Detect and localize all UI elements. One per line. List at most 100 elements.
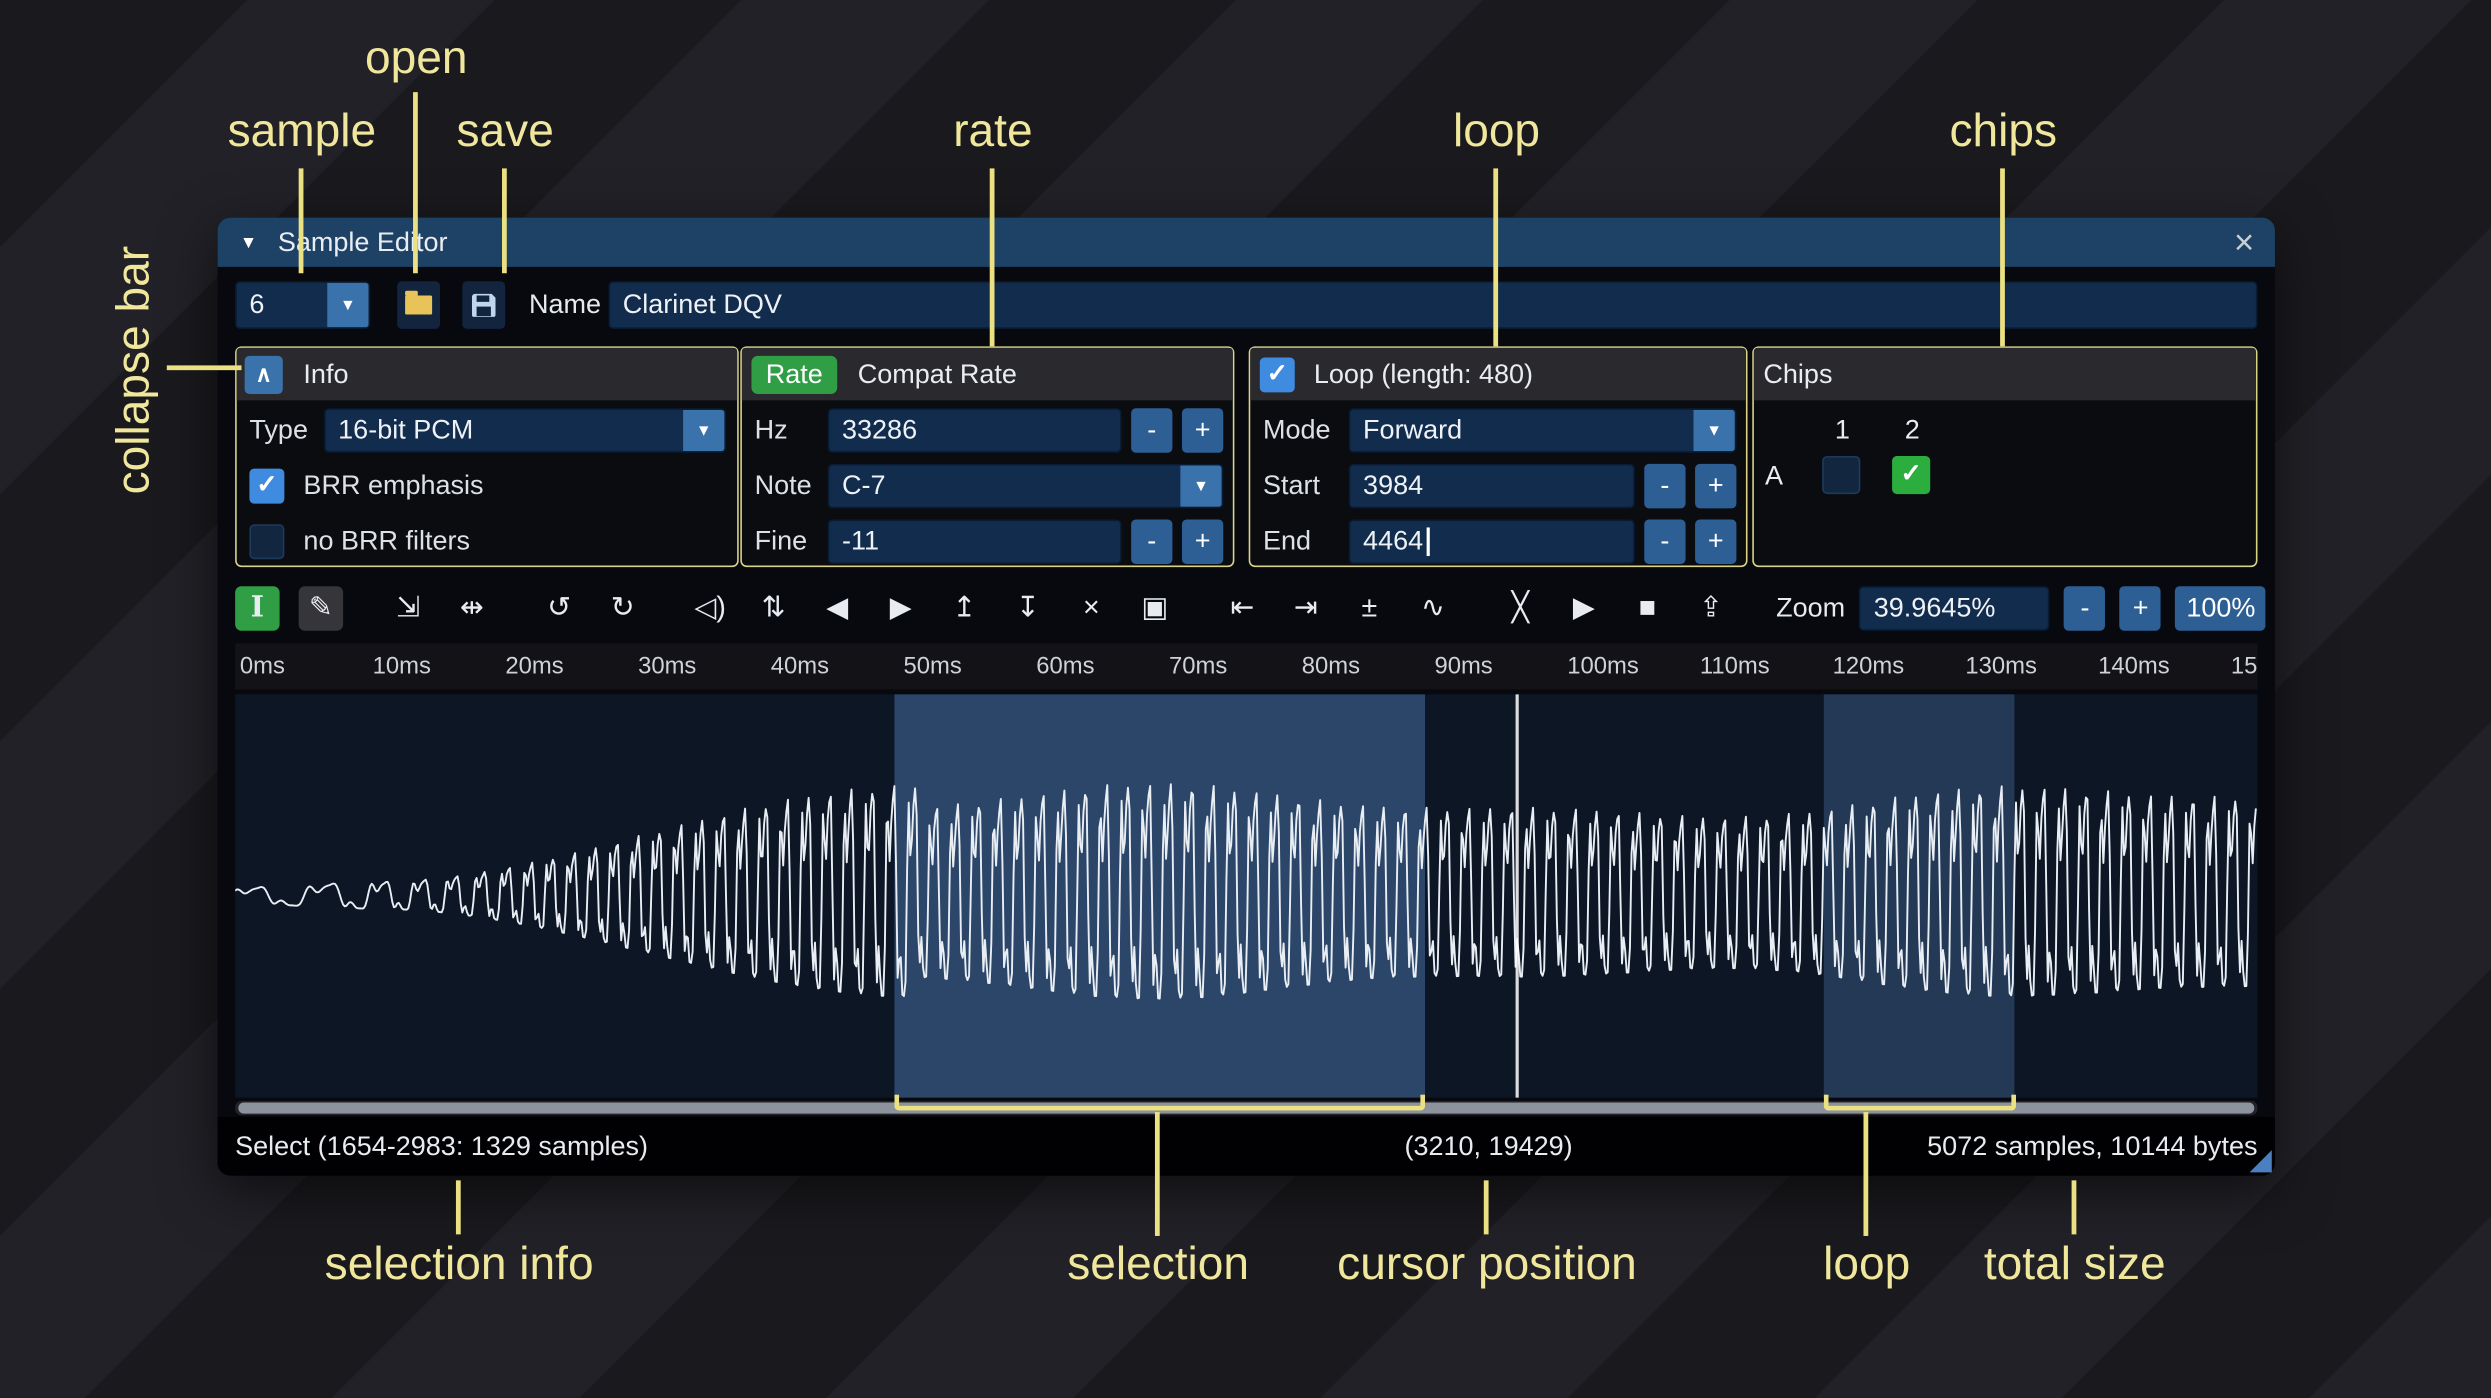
zoom-reset-button[interactable]: 100% bbox=[2175, 585, 2267, 630]
note-select[interactable]: C-7 ▼ bbox=[827, 463, 1224, 509]
note-select-arrow-icon[interactable]: ▼ bbox=[1180, 465, 1222, 507]
fine-decrease-button[interactable]: - bbox=[1131, 519, 1173, 564]
no-brr-filters-checkbox[interactable] bbox=[249, 524, 285, 560]
loop-mode-select[interactable]: Forward ▼ bbox=[1348, 408, 1737, 453]
zoom-out-button[interactable]: - bbox=[2064, 585, 2106, 630]
loop-start-increase-button[interactable]: + bbox=[1695, 463, 1737, 509]
rate-panel-title: Compat Rate bbox=[857, 358, 1017, 389]
undo-icon[interactable]: ↺ bbox=[537, 585, 581, 629]
fade-out-icon[interactable]: ▶ bbox=[879, 585, 923, 629]
loop-end-increase-button[interactable]: + bbox=[1695, 519, 1737, 564]
resize-grip[interactable] bbox=[2249, 1150, 2272, 1173]
draw-tool-icon[interactable]: ✎ bbox=[298, 585, 344, 630]
trim-icon[interactable]: ▣ bbox=[1133, 585, 1177, 629]
screenshot-root: ▼ Sample Editor × 6 ▼ Name Clarinet DQV … bbox=[0, 0, 2491, 1398]
save-button[interactable] bbox=[462, 281, 506, 329]
zoom-controls: Zoom 39.9645% - + 100% bbox=[1776, 585, 2267, 630]
redo-icon[interactable]: ↻ bbox=[601, 585, 645, 629]
select-tool-icon[interactable]: I bbox=[235, 585, 280, 630]
annotation-open: open bbox=[364, 33, 468, 85]
reverse-icon[interactable]: ⇤ bbox=[1220, 585, 1264, 629]
annotation-chips: chips bbox=[1949, 106, 2058, 158]
filter-icon[interactable]: ∿ bbox=[1411, 585, 1455, 629]
sample-toolbar: I ✎ ⇲ ⇹ ↺ ↻ ◁) ⇅ ◀ ▶ ↥ ↧ × ▣ ⇤ ⇥ ± ∿ ╳ ▶ ■ ⇪ Zoom 39.9645% - … bbox=[235, 581, 2267, 633]
brr-emphasis-label: BRR emphasis bbox=[303, 470, 484, 501]
hz-increase-button[interactable]: + bbox=[1181, 408, 1224, 453]
ruler-tick: 130ms bbox=[1965, 652, 2037, 680]
annotation-selection-info: selection info bbox=[324, 1239, 594, 1290]
fine-input[interactable]: -11 bbox=[827, 519, 1122, 564]
titlebar[interactable]: ▼ Sample Editor × bbox=[217, 217, 2275, 267]
sample-editor-window: ▼ Sample Editor × 6 ▼ Name Clarinet DQV … bbox=[217, 217, 2275, 1176]
toolbar-group: I ✎ bbox=[235, 585, 344, 630]
upload-to-chip-icon[interactable]: ⇪ bbox=[1689, 585, 1733, 629]
loop-start-decrease-button[interactable]: - bbox=[1644, 463, 1686, 509]
info-panel: ∧ Info Type 16-bit PCM ▼ ✓ BRR emphasis … bbox=[235, 346, 739, 568]
scrollbar-thumb[interactable] bbox=[238, 1102, 2255, 1114]
collapse-bar-button[interactable]: ∧ bbox=[244, 355, 283, 394]
timeline-ruler[interactable]: 0ms 10ms 20ms 30ms 40ms 50ms 60ms 70ms 80ms 90ms 1… bbox=[235, 643, 2258, 690]
zoom-in-button[interactable]: + bbox=[2120, 585, 2162, 630]
zoom-input[interactable]: 39.9645% bbox=[1859, 585, 2051, 630]
insert-silence-icon[interactable]: ↥ bbox=[942, 585, 986, 629]
window-collapse-icon[interactable]: ▼ bbox=[240, 233, 257, 252]
status-bar: Select (1654-2983: 1329 samples) (3210, … bbox=[217, 1116, 2275, 1176]
fade-in-icon[interactable]: ◀ bbox=[815, 585, 859, 629]
invert-icon[interactable]: ⇥ bbox=[1284, 585, 1328, 629]
sign-icon[interactable]: ± bbox=[1347, 585, 1391, 629]
ruler-tick: 120ms bbox=[1832, 652, 1905, 680]
open-button[interactable] bbox=[397, 281, 441, 329]
ruler-tick: 0ms bbox=[239, 652, 285, 680]
loop-end-input[interactable]: 4464 bbox=[1348, 519, 1635, 564]
ruler-tick: 40ms bbox=[770, 652, 830, 680]
loop-start-input[interactable]: 3984 bbox=[1348, 463, 1635, 509]
toolbar-group: ╳ ▶ ■ ⇪ bbox=[1498, 585, 1733, 629]
window-title: Sample Editor bbox=[277, 226, 448, 257]
type-select-arrow-icon[interactable]: ▼ bbox=[683, 409, 725, 452]
resize-icon[interactable]: ⇲ bbox=[386, 585, 430, 629]
ruler-tick: 140ms bbox=[2098, 652, 2170, 680]
chip-1-checkbox[interactable] bbox=[1822, 455, 1861, 495]
stop-icon[interactable]: ■ bbox=[1625, 585, 1669, 629]
chip-2-checkbox[interactable]: ✓ bbox=[1892, 455, 1931, 495]
toolbar-group: ◁) ⇅ ◀ ▶ ↥ ↧ × ▣ bbox=[688, 585, 1177, 629]
waveform-scrollbar[interactable] bbox=[235, 1100, 2258, 1116]
toolbar-group: ⇲ ⇹ bbox=[386, 585, 494, 629]
crossfade-icon[interactable]: ╳ bbox=[1498, 585, 1542, 629]
toolbar-group: ⇤ ⇥ ± ∿ bbox=[1220, 585, 1455, 629]
loop-start-label: Start bbox=[1262, 470, 1321, 501]
ruler-tick: 150 bbox=[2230, 652, 2258, 680]
annotation-rate: rate bbox=[953, 106, 1033, 158]
amplify-icon[interactable]: ◁) bbox=[688, 585, 732, 629]
loop-mode-arrow-icon[interactable]: ▼ bbox=[1693, 409, 1735, 452]
ruler-tick: 20ms bbox=[505, 652, 564, 680]
sample-type-select[interactable]: 16-bit PCM ▼ bbox=[323, 408, 727, 453]
name-label: Name bbox=[529, 289, 602, 320]
check-icon: ✓ bbox=[256, 471, 278, 499]
note-label: Note bbox=[754, 470, 812, 501]
open-folder-icon bbox=[405, 290, 433, 315]
close-icon[interactable]: × bbox=[2234, 224, 2254, 260]
sample-selector-arrow-icon[interactable]: ▼ bbox=[327, 282, 369, 328]
sample-selector[interactable]: 6 ▼ bbox=[235, 281, 371, 329]
cursor-line bbox=[1515, 694, 1519, 1098]
annotation-loop-bottom: loop bbox=[1823, 1239, 1911, 1290]
waveform-view[interactable] bbox=[235, 694, 2258, 1098]
loop-enable-checkbox[interactable]: ✓ bbox=[1259, 356, 1295, 392]
preview-play-icon[interactable]: ▶ bbox=[1562, 585, 1606, 629]
info-panel-header: ∧ Info bbox=[236, 347, 738, 401]
brr-emphasis-checkbox[interactable]: ✓ bbox=[249, 468, 285, 504]
ruler-tick: 100ms bbox=[1567, 652, 1639, 680]
loop-end-decrease-button[interactable]: - bbox=[1644, 519, 1686, 564]
annotation-selection: selection bbox=[1067, 1239, 1250, 1290]
normalize-icon[interactable]: ⇅ bbox=[751, 585, 795, 629]
fine-increase-button[interactable]: + bbox=[1181, 519, 1224, 564]
hz-decrease-button[interactable]: - bbox=[1131, 408, 1173, 453]
apply-silence-icon[interactable]: ↧ bbox=[1006, 585, 1050, 629]
delete-icon[interactable]: × bbox=[1069, 585, 1113, 629]
chip-row-a-label: A bbox=[1764, 460, 1784, 491]
hz-input[interactable]: 33286 bbox=[827, 408, 1122, 453]
resample-icon[interactable]: ⇹ bbox=[450, 585, 494, 629]
name-input[interactable]: Clarinet DQV bbox=[608, 281, 2258, 329]
annotation-loop-top: loop bbox=[1452, 106, 1541, 158]
